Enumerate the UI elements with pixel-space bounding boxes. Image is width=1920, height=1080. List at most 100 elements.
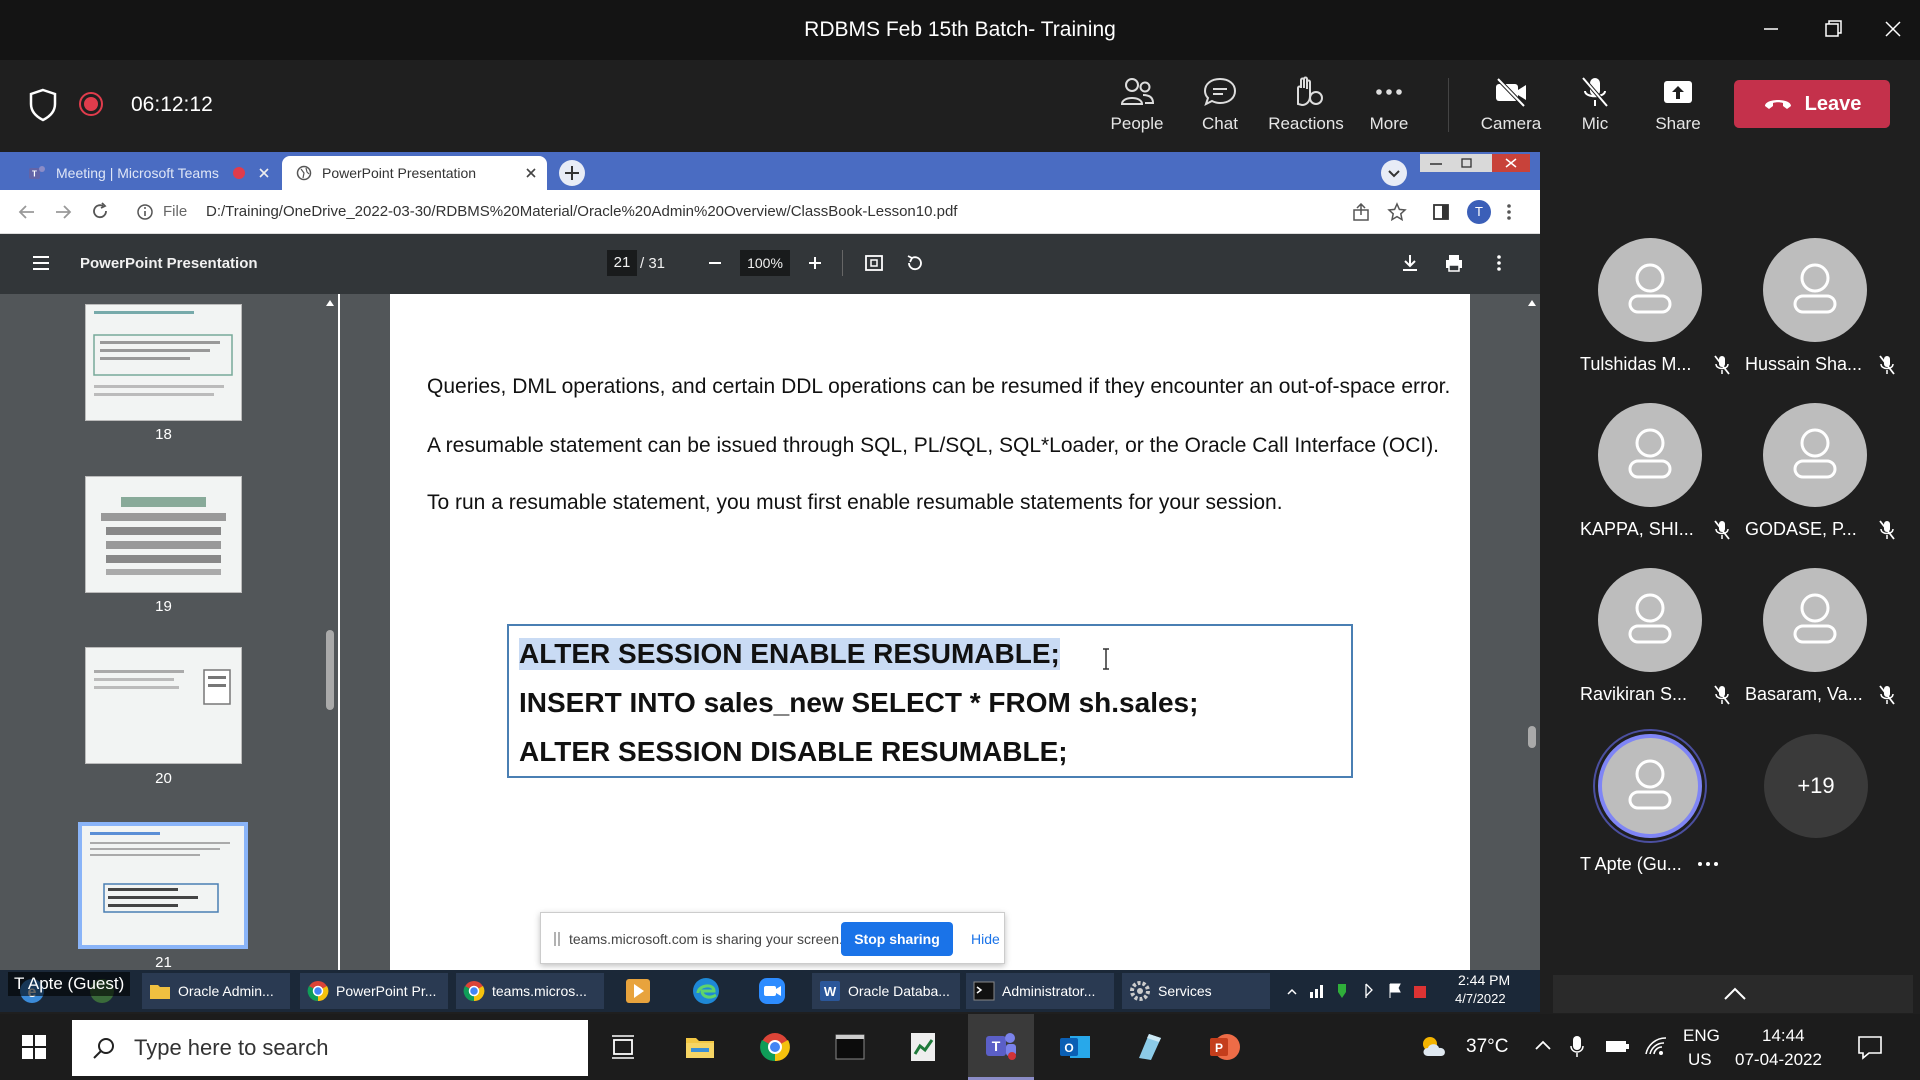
thumbnail-scrollbar[interactable] bbox=[322, 294, 338, 1012]
print-icon[interactable] bbox=[1444, 253, 1464, 273]
mic-label: Mic bbox=[1581, 114, 1609, 133]
chat-button[interactable]: Chat bbox=[1180, 76, 1260, 146]
participant-tile[interactable]: Basaram, Va... bbox=[1745, 568, 1905, 718]
battery-icon[interactable] bbox=[1604, 1036, 1630, 1056]
zoom-level[interactable]: 100% bbox=[740, 250, 790, 276]
profile-avatar[interactable]: T bbox=[1467, 200, 1491, 224]
share-page-icon[interactable] bbox=[1352, 203, 1370, 221]
taskbar-teams-active[interactable]: T bbox=[968, 1014, 1034, 1080]
thumbnail-page-20[interactable] bbox=[85, 647, 242, 764]
side-panel-icon[interactable] bbox=[1432, 203, 1450, 221]
participant-tile[interactable]: Ravikiran S... bbox=[1580, 568, 1740, 718]
more-options-icon[interactable] bbox=[1696, 860, 1720, 868]
svg-text:W: W bbox=[824, 984, 837, 999]
participant-tile[interactable]: Hussain Sha... bbox=[1745, 238, 1905, 388]
taskbar-item-oracle-admin[interactable]: Oracle Admin... bbox=[142, 973, 290, 1009]
rotate-icon[interactable] bbox=[905, 253, 925, 273]
taskbar-item-services[interactable]: Services bbox=[1122, 973, 1270, 1009]
avatar bbox=[1598, 238, 1702, 342]
keyboard-layout[interactable]: US bbox=[1688, 1050, 1712, 1070]
terminal-icon[interactable] bbox=[833, 1030, 867, 1064]
share-button[interactable]: Share bbox=[1638, 76, 1718, 146]
kebab-menu-icon[interactable] bbox=[1505, 202, 1513, 222]
participant-tile-self[interactable]: T Apte (Gu... bbox=[1580, 734, 1740, 884]
person-icon bbox=[1793, 593, 1837, 644]
tray-expand-icon[interactable] bbox=[1534, 1038, 1552, 1052]
task-view-icon[interactable] bbox=[610, 1034, 636, 1060]
url-text[interactable]: D:/Training/OneDrive_2022-03-30/RDBMS%20… bbox=[206, 203, 957, 220]
language-indicator[interactable]: ENG bbox=[1683, 1026, 1720, 1046]
zoom-in-icon[interactable] bbox=[807, 255, 823, 271]
reload-icon[interactable] bbox=[91, 202, 109, 220]
leave-button[interactable]: Leave bbox=[1734, 80, 1890, 128]
close-icon[interactable] bbox=[1878, 14, 1908, 44]
drag-handle-icon[interactable] bbox=[553, 931, 561, 947]
spreadsheet-app-icon[interactable] bbox=[906, 1030, 940, 1064]
more-button[interactable]: More bbox=[1349, 76, 1429, 146]
avatar bbox=[1763, 568, 1867, 672]
participants-scroll-up[interactable] bbox=[1553, 975, 1913, 1013]
notification-icon[interactable] bbox=[1857, 1034, 1883, 1060]
camera-label: Camera bbox=[1480, 114, 1542, 133]
tab-teams-meeting[interactable]: T Meeting | Microsoft Teams bbox=[14, 156, 279, 190]
thumbnail-page-18[interactable] bbox=[85, 304, 242, 421]
pdf-more-icon[interactable] bbox=[1495, 253, 1503, 273]
reactions-button[interactable]: Reactions bbox=[1264, 76, 1348, 146]
fit-page-icon[interactable] bbox=[864, 253, 884, 273]
new-tab-icon[interactable] bbox=[558, 159, 586, 187]
clock-time[interactable]: 14:44 bbox=[1762, 1026, 1805, 1046]
thumbnail-page-19[interactable] bbox=[85, 476, 242, 593]
taskbar-search-box[interactable]: Type here to search bbox=[72, 1020, 588, 1076]
participant-tile[interactable]: GODASE, P... bbox=[1745, 403, 1905, 553]
taskbar-item-administrator[interactable]: Administrator... bbox=[966, 973, 1114, 1009]
taskbar-item-teams-browser[interactable]: teams.micros... bbox=[456, 973, 604, 1009]
clock-date[interactable]: 07-04-2022 bbox=[1735, 1050, 1822, 1070]
download-icon[interactable] bbox=[1401, 253, 1419, 273]
stop-sharing-button[interactable]: Stop sharing bbox=[841, 922, 953, 956]
microphone-icon[interactable] bbox=[1569, 1034, 1585, 1058]
powerpoint-icon[interactable]: P bbox=[1208, 1030, 1242, 1064]
avatar-speaking bbox=[1598, 734, 1702, 838]
people-button[interactable]: People bbox=[1097, 76, 1177, 146]
forward-arrow-icon[interactable] bbox=[54, 204, 72, 220]
hamburger-menu-icon[interactable] bbox=[31, 255, 51, 271]
taskbar-item-oracle-database[interactable]: W Oracle Databa... bbox=[812, 973, 960, 1009]
minimize-icon[interactable] bbox=[1756, 14, 1786, 44]
back-arrow-icon[interactable] bbox=[18, 204, 36, 220]
outlook-icon[interactable]: O bbox=[1058, 1030, 1092, 1064]
info-icon[interactable] bbox=[136, 203, 154, 221]
star-icon[interactable] bbox=[1387, 202, 1407, 222]
participant-tile[interactable]: Tulshidas M... bbox=[1580, 238, 1740, 388]
tab-close-icon[interactable] bbox=[258, 167, 270, 179]
zoom-out-icon[interactable] bbox=[707, 255, 723, 271]
tab-close-icon[interactable] bbox=[525, 167, 537, 179]
taskbar-item-powerpoint[interactable]: PowerPoint Pr... bbox=[300, 973, 448, 1009]
file-explorer-icon[interactable] bbox=[683, 1030, 717, 1064]
svg-text:T: T bbox=[992, 1038, 1001, 1054]
scrollbar-track bbox=[1528, 300, 1536, 1006]
thumbnail-page-21-selected[interactable] bbox=[78, 822, 248, 949]
hide-button[interactable]: Hide bbox=[971, 931, 1000, 947]
zoom-icon[interactable] bbox=[756, 975, 788, 1007]
viewer-scrollbar[interactable] bbox=[1524, 294, 1540, 1012]
weather-icon[interactable] bbox=[1418, 1034, 1452, 1060]
participant-tile[interactable]: KAPPA, SHI... bbox=[1580, 403, 1740, 553]
more-participants-badge[interactable]: +19 bbox=[1764, 734, 1868, 838]
camera-button[interactable]: Camera bbox=[1471, 76, 1551, 146]
wifi-icon[interactable] bbox=[1644, 1034, 1668, 1058]
participant-name: Basaram, Va... bbox=[1745, 684, 1863, 704]
mic-button[interactable]: Mic bbox=[1555, 76, 1635, 146]
media-player-icon[interactable] bbox=[622, 975, 654, 1007]
windows-start-icon[interactable] bbox=[22, 1035, 46, 1059]
page-number-input[interactable]: 21 bbox=[607, 250, 637, 276]
chat-icon bbox=[1203, 77, 1237, 106]
restore-icon[interactable] bbox=[1818, 14, 1848, 44]
remote-tray-icons[interactable] bbox=[1282, 980, 1432, 1002]
tab-powerpoint-presentation[interactable]: PowerPoint Presentation bbox=[282, 156, 547, 190]
app-icon[interactable] bbox=[1133, 1030, 1167, 1064]
tab-search-icon[interactable] bbox=[1380, 159, 1408, 187]
chrome-icon[interactable] bbox=[758, 1030, 792, 1064]
browser-window-controls[interactable] bbox=[1420, 154, 1530, 172]
edge-icon[interactable] bbox=[690, 975, 722, 1007]
leave-label: Leave bbox=[1804, 92, 1862, 115]
